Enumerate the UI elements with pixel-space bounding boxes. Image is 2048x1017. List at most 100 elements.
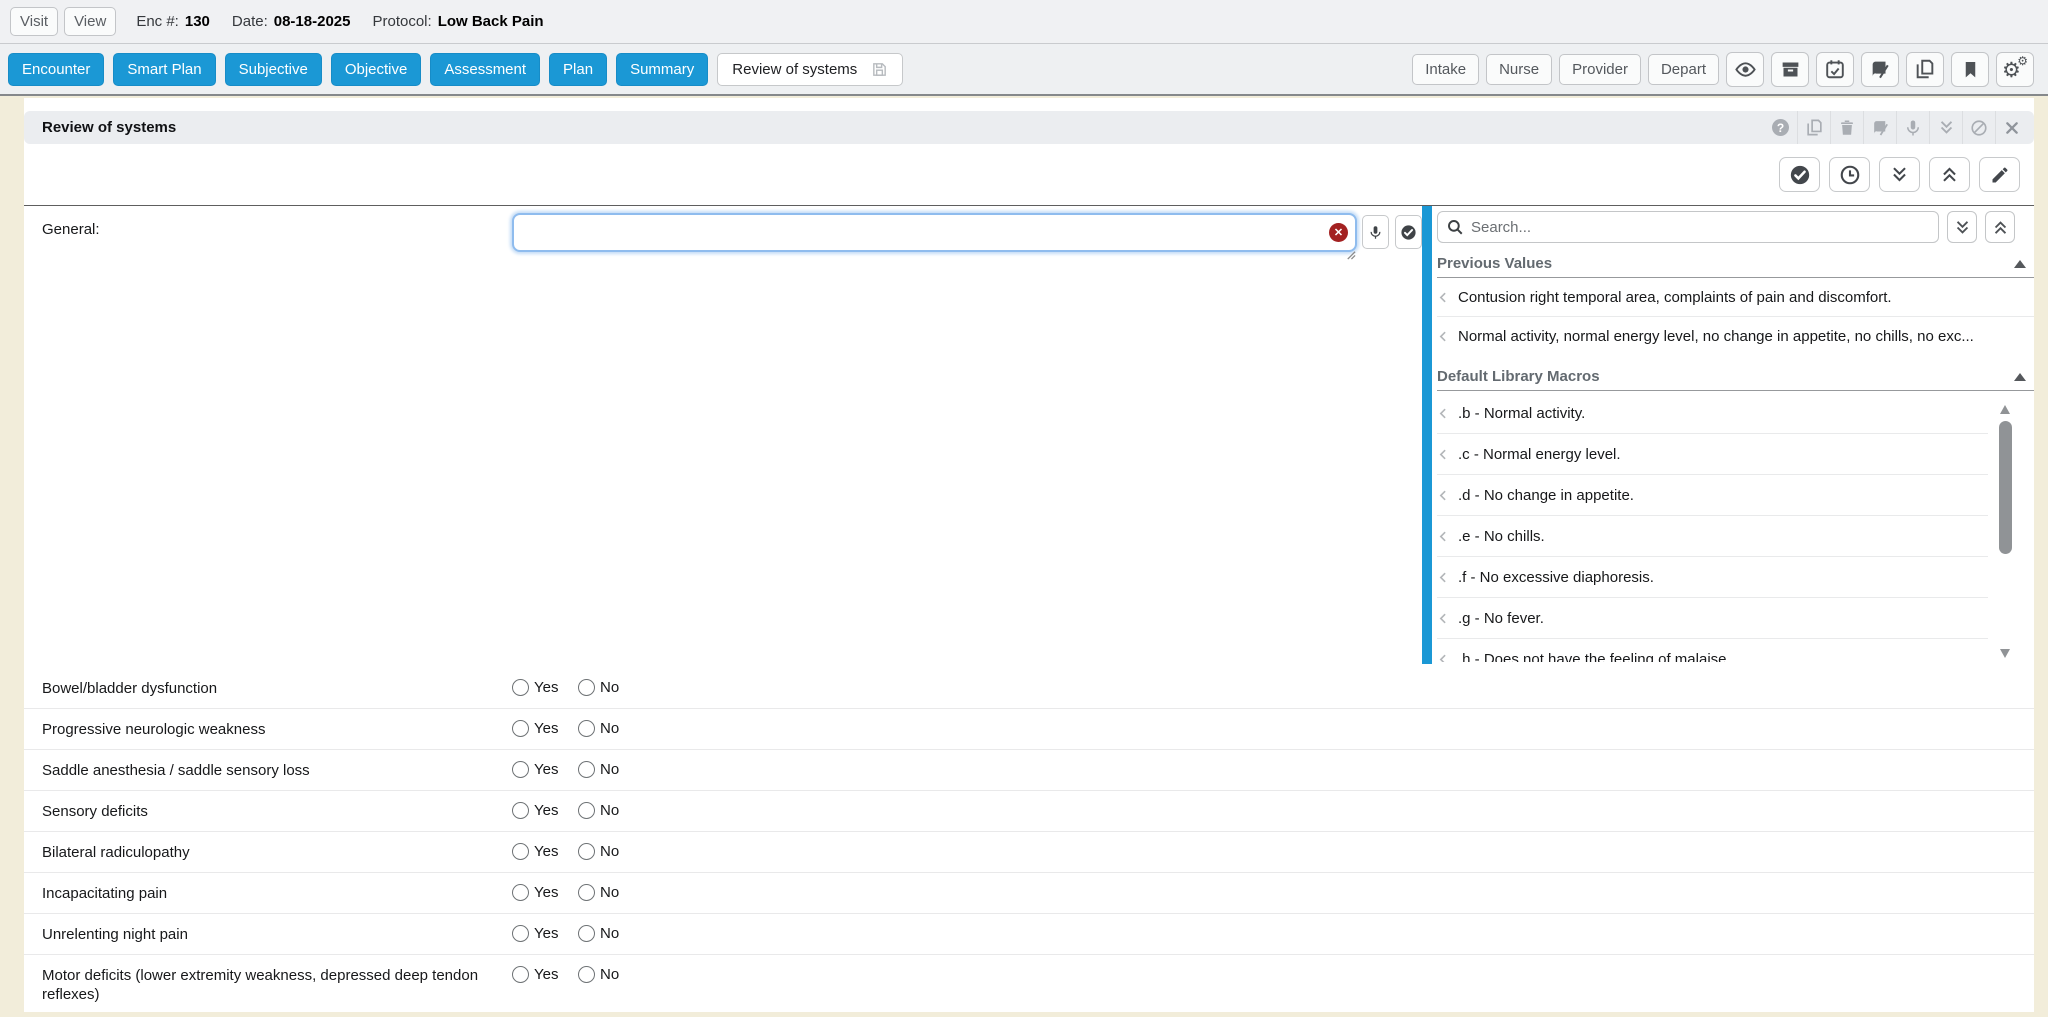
yes-radio[interactable] — [512, 761, 529, 778]
tab-smart-plan[interactable]: Smart Plan — [113, 53, 215, 86]
enc-value: 130 — [185, 13, 210, 30]
no-radio[interactable] — [578, 884, 595, 901]
history-button[interactable] — [1829, 157, 1870, 192]
no-label[interactable]: No — [600, 843, 619, 860]
copy-note-button[interactable] — [1797, 111, 1830, 144]
delete-button[interactable] — [1830, 111, 1863, 144]
yes-label[interactable]: Yes — [534, 761, 558, 778]
expand-all-button[interactable] — [1929, 111, 1962, 144]
macro-item[interactable]: .h - Does not have the feeling of malais… — [1437, 639, 1988, 662]
macro-item[interactable]: .d - No change in appetite. — [1437, 475, 1988, 516]
default-library-macros-header[interactable]: Default Library Macros — [1437, 368, 2034, 391]
clear-field-icon[interactable] — [1329, 223, 1348, 242]
yes-radio[interactable] — [512, 966, 529, 983]
no-radio[interactable] — [578, 679, 595, 696]
view-button[interactable]: View — [64, 7, 116, 36]
question-row: Unrelenting night pain Yes No — [24, 914, 2034, 955]
macro-item[interactable]: .b - Normal activity. — [1437, 393, 1988, 434]
journal-button[interactable] — [1861, 52, 1899, 87]
field-dictate-button[interactable] — [1362, 215, 1389, 249]
macro-text: .e - No chills. — [1458, 528, 1545, 545]
yes-radio[interactable] — [512, 843, 529, 860]
no-radio[interactable] — [578, 843, 595, 860]
previous-values-header[interactable]: Previous Values — [1437, 255, 2034, 278]
no-radio[interactable] — [578, 802, 595, 819]
yes-label[interactable]: Yes — [534, 966, 558, 983]
no-label[interactable]: No — [600, 966, 619, 983]
yes-label[interactable]: Yes — [534, 925, 558, 942]
macro-item[interactable]: .c - Normal energy level. — [1437, 434, 1988, 475]
chevron-left-icon — [1437, 530, 1450, 543]
nurse-button[interactable]: Nurse — [1486, 54, 1552, 85]
yes-label[interactable]: Yes — [534, 720, 558, 737]
yes-label[interactable]: Yes — [534, 884, 558, 901]
scrollbar-thumb[interactable] — [1999, 421, 2012, 554]
tab-plan[interactable]: Plan — [549, 53, 607, 86]
macro-scrollbar[interactable] — [1998, 399, 2013, 662]
yes-radio[interactable] — [512, 925, 529, 942]
eye-icon — [1734, 58, 1757, 81]
tab-summary[interactable]: Summary — [616, 53, 708, 86]
collapse-triangle-icon — [2014, 373, 2026, 381]
no-label[interactable]: No — [600, 720, 619, 737]
tab-encounter[interactable]: Encounter — [8, 53, 104, 86]
sidebar-collapse-up-button[interactable] — [1985, 211, 2015, 243]
search-input[interactable] — [1437, 211, 1939, 243]
visit-button[interactable]: Visit — [10, 7, 58, 36]
tab-assessment[interactable]: Assessment — [430, 53, 540, 86]
yes-radio[interactable] — [512, 884, 529, 901]
previous-value-item[interactable]: Normal activity, normal energy level, no… — [1437, 317, 2034, 356]
macro-item[interactable]: .g - No fever. — [1437, 598, 1988, 639]
macro-item[interactable]: .f - No excessive diaphoresis. — [1437, 557, 1988, 598]
yes-radio[interactable] — [512, 720, 529, 737]
yes-radio[interactable] — [512, 802, 529, 819]
settings-button[interactable] — [1996, 52, 2034, 87]
edit-button[interactable] — [1979, 157, 2020, 192]
provider-button[interactable]: Provider — [1559, 54, 1641, 85]
intake-button[interactable]: Intake — [1412, 54, 1479, 85]
no-radio[interactable] — [578, 966, 595, 983]
scroll-down-arrow[interactable] — [2000, 649, 2010, 658]
collapse-down-button[interactable] — [1879, 157, 1920, 192]
disable-button[interactable] — [1962, 111, 1995, 144]
sidebar-collapse-down-button[interactable] — [1947, 211, 1977, 243]
depart-button[interactable]: Depart — [1648, 54, 1719, 85]
archive-button[interactable] — [1771, 52, 1809, 87]
chevron-left-icon — [1437, 448, 1450, 461]
microphone-icon — [1368, 225, 1383, 240]
field-accept-button[interactable] — [1395, 215, 1422, 249]
general-input[interactable] — [512, 213, 1357, 252]
tab-review-of-systems[interactable]: Review of systems — [717, 53, 903, 86]
no-radio[interactable] — [578, 925, 595, 942]
yes-radio[interactable] — [512, 679, 529, 696]
chevron-left-icon — [1437, 407, 1450, 420]
no-label[interactable]: No — [600, 802, 619, 819]
library-button[interactable] — [1863, 111, 1896, 144]
tab-objective[interactable]: Objective — [331, 53, 422, 86]
calendar-button[interactable] — [1816, 52, 1854, 87]
yes-label[interactable]: Yes — [534, 843, 558, 860]
yes-label[interactable]: Yes — [534, 802, 558, 819]
no-radio[interactable] — [578, 761, 595, 778]
resize-handle[interactable] — [1345, 249, 1356, 260]
collapse-up-button[interactable] — [1929, 157, 1970, 192]
tab-subjective[interactable]: Subjective — [225, 53, 322, 86]
search-icon — [1446, 218, 1464, 236]
previous-value-item[interactable]: Contusion right temporal area, complaint… — [1437, 278, 2034, 317]
dictate-button[interactable] — [1896, 111, 1929, 144]
yes-label[interactable]: Yes — [534, 679, 558, 696]
bookmark-button[interactable] — [1951, 52, 1989, 87]
no-label[interactable]: No — [600, 884, 619, 901]
close-panel-button[interactable] — [1995, 111, 2028, 144]
help-button[interactable] — [1764, 111, 1797, 144]
complete-button[interactable] — [1779, 157, 1820, 192]
no-radio[interactable] — [578, 720, 595, 737]
copy-button[interactable] — [1906, 52, 1944, 87]
macro-item[interactable]: .e - No chills. — [1437, 516, 1988, 557]
no-label[interactable]: No — [600, 761, 619, 778]
eye-button[interactable] — [1726, 52, 1764, 87]
book-icon — [1871, 118, 1890, 137]
no-label[interactable]: No — [600, 679, 619, 696]
scroll-up-arrow[interactable] — [2000, 405, 2010, 414]
no-label[interactable]: No — [600, 925, 619, 942]
